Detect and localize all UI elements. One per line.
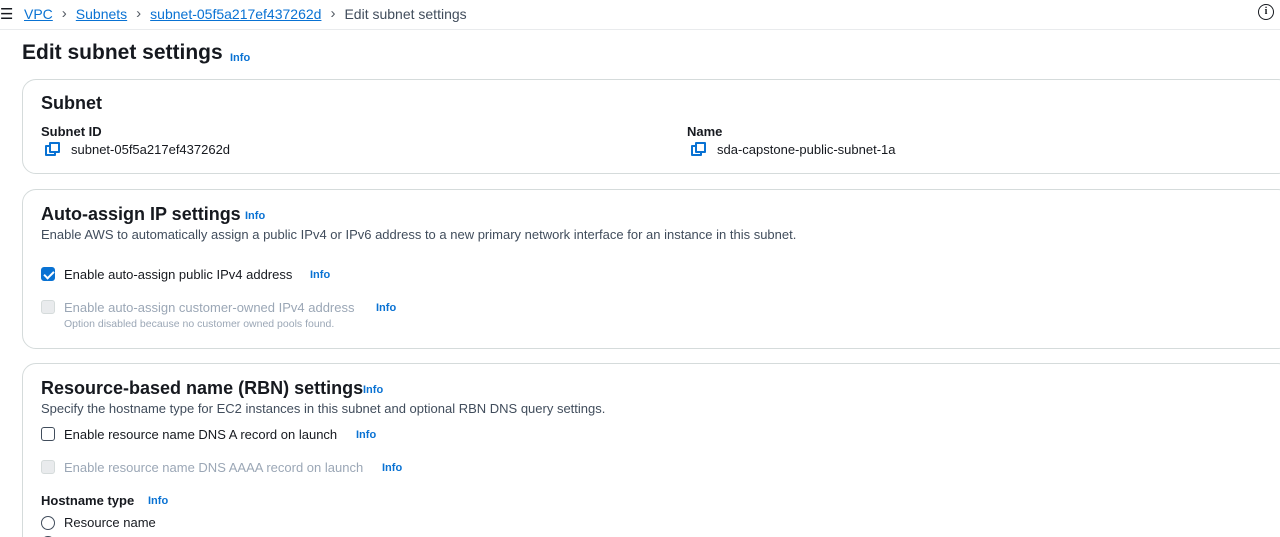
copy-icon[interactable]: [691, 142, 707, 158]
subnet-id-label: Subnet ID: [41, 124, 102, 139]
breadcrumb-current: Edit subnet settings: [344, 5, 467, 22]
subnet-heading: Subnet: [41, 93, 102, 113]
hostname-resource-name-label[interactable]: Resource name: [64, 515, 156, 530]
breadcrumb-subnets[interactable]: Subnets: [76, 6, 127, 22]
subnet-name-label: Name: [687, 124, 723, 139]
rbn-dns-aaaa-info-link[interactable]: Info: [382, 462, 402, 474]
rbn-info-link[interactable]: Info: [363, 384, 383, 396]
chevron-right-icon: ›: [61, 5, 67, 22]
subnet-id-value: subnet-05f5a217ef437262d: [71, 142, 231, 157]
chevron-right-icon: ›: [136, 5, 142, 22]
auto-assign-coip-info-link[interactable]: Info: [376, 302, 396, 314]
auto-assign-heading: Auto-assign IP settings: [41, 204, 241, 224]
copy-icon[interactable]: [45, 142, 61, 158]
auto-assign-coip-label: Enable auto-assign customer-owned IPv4 a…: [64, 300, 355, 315]
rbn-dns-a-info-link[interactable]: Info: [356, 429, 376, 441]
rbn-dns-aaaa-label: Enable resource name DNS AAAA record on …: [64, 460, 364, 475]
rbn-dns-a-label[interactable]: Enable resource name DNS A record on lau…: [64, 427, 337, 442]
breadcrumb-subnet-id[interactable]: subnet-05f5a217ef437262d: [150, 6, 321, 22]
top-bar: ☰ VPC › Subnets › subnet-05f5a217ef43726…: [0, 0, 1280, 30]
auto-assign-panel: Auto-assign IP settings Info Enable AWS …: [22, 189, 1280, 349]
auto-assign-ipv4-info-link[interactable]: Info: [310, 269, 330, 281]
subnet-name-value: sda-capstone-public-subnet-1a: [717, 142, 896, 157]
chevron-right-icon: ›: [330, 5, 336, 22]
hamburger-icon[interactable]: ☰: [0, 5, 13, 23]
page-info-link[interactable]: Info: [230, 52, 250, 64]
rbn-description: Specify the hostname type for EC2 instan…: [41, 401, 606, 416]
rbn-dns-aaaa-checkbox: [41, 460, 55, 474]
hostname-resource-name-radio[interactable]: [41, 516, 55, 530]
page-title: Edit subnet settings: [22, 41, 223, 64]
info-circle-icon[interactable]: i: [1258, 4, 1274, 20]
rbn-heading: Resource-based name (RBN) settings: [41, 378, 364, 398]
auto-assign-ipv4-label[interactable]: Enable auto-assign public IPv4 address: [64, 267, 292, 282]
rbn-dns-a-checkbox[interactable]: [41, 427, 55, 441]
subnet-panel: Subnet Subnet ID subnet-05f5a217ef437262…: [22, 79, 1280, 174]
hostname-type-info-link[interactable]: Info: [148, 495, 168, 507]
auto-assign-coip-checkbox: [41, 300, 55, 314]
rbn-panel: Resource-based name (RBN) settings Info …: [22, 363, 1280, 537]
breadcrumb: VPC › Subnets › subnet-05f5a217ef437262d…: [24, 5, 467, 22]
auto-assign-info-link[interactable]: Info: [245, 210, 265, 222]
auto-assign-coip-note: Option disabled because no customer owne…: [64, 318, 335, 330]
hostname-type-label: Hostname type: [41, 493, 135, 508]
auto-assign-ipv4-checkbox[interactable]: [41, 267, 55, 281]
breadcrumb-vpc[interactable]: VPC: [24, 6, 53, 22]
auto-assign-description: Enable AWS to automatically assign a pub…: [41, 227, 797, 242]
